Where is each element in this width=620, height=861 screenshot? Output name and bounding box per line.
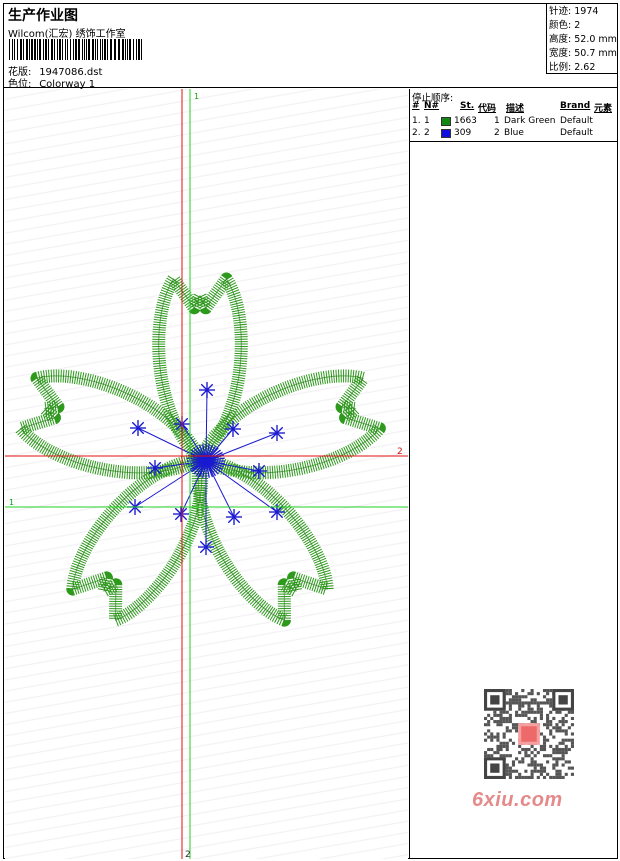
col-needle: N# (424, 101, 440, 111)
col-code: 代码 (478, 104, 497, 114)
color-swatch (441, 129, 451, 138)
color-swatch (441, 117, 451, 126)
stop-sequence-panel: 停止顺序: # N# St. 代码 描述 Brand 元素 1. 1 1663 … (409, 89, 617, 859)
page-title: 生产作业图 (8, 8, 78, 24)
qr-watermark (476, 683, 588, 779)
production-sheet: 生产作业图 Wilcom(汇宏) 绣饰工作室 花版: 1947086.dst 色… (3, 3, 618, 859)
axis-label-top: 1 (194, 92, 199, 101)
stat-stitches: 针迹: 1974 (549, 6, 599, 17)
table-header: # N# St. 代码 描述 Brand 元素 (412, 101, 616, 114)
studio-name: Wilcom(汇宏) 绣饰工作室 (8, 29, 126, 40)
barcode (9, 39, 142, 60)
col-element: 元素 (594, 104, 613, 114)
axis-label-bottom: 2 (185, 850, 191, 859)
petal (193, 369, 386, 480)
stop-sequence-table: 停止顺序: # N# St. 代码 描述 Brand 元素 1. 1 1663 … (410, 89, 617, 142)
axis-label-right: 2 (397, 447, 403, 457)
petal (152, 272, 248, 466)
stat-colors: 颜色: 2 (549, 20, 581, 31)
stat-width: 宽度: 50.7 mm (549, 48, 617, 59)
embroidery-design: 1 2 1 2 (5, 89, 408, 859)
petal (14, 369, 207, 480)
qr-code (484, 689, 574, 779)
petal (191, 452, 334, 627)
col-brand: Brand (560, 101, 591, 111)
colorway-label: 色位: (8, 79, 32, 90)
table-row[interactable]: 1. 1 1663 1 Dark Green Default (412, 116, 616, 128)
watermark-brand: 6xiu.com (472, 789, 563, 811)
sheet-header: 生产作业图 Wilcom(汇宏) 绣饰工作室 花版: 1947086.dst 色… (4, 4, 617, 90)
design-stats: 针迹: 1974 颜色: 2 高度: 52.0 mm 宽度: 50.7 mm 比… (546, 4, 617, 74)
col-seq: # (412, 101, 420, 111)
axis-label-left: 1 (9, 498, 14, 507)
stat-scale: 比例: 2.62 (549, 62, 596, 73)
col-description: 描述 (506, 104, 525, 114)
colorway-line: 色位: Colorway 1 (8, 75, 95, 90)
embroidery-canvas[interactable]: 1 2 1 2 (5, 89, 408, 859)
stat-height: 高度: 52.0 mm (549, 34, 617, 45)
col-stitches: St. (460, 101, 475, 111)
table-row[interactable]: 2. 2 309 2 Blue Default (412, 128, 616, 140)
